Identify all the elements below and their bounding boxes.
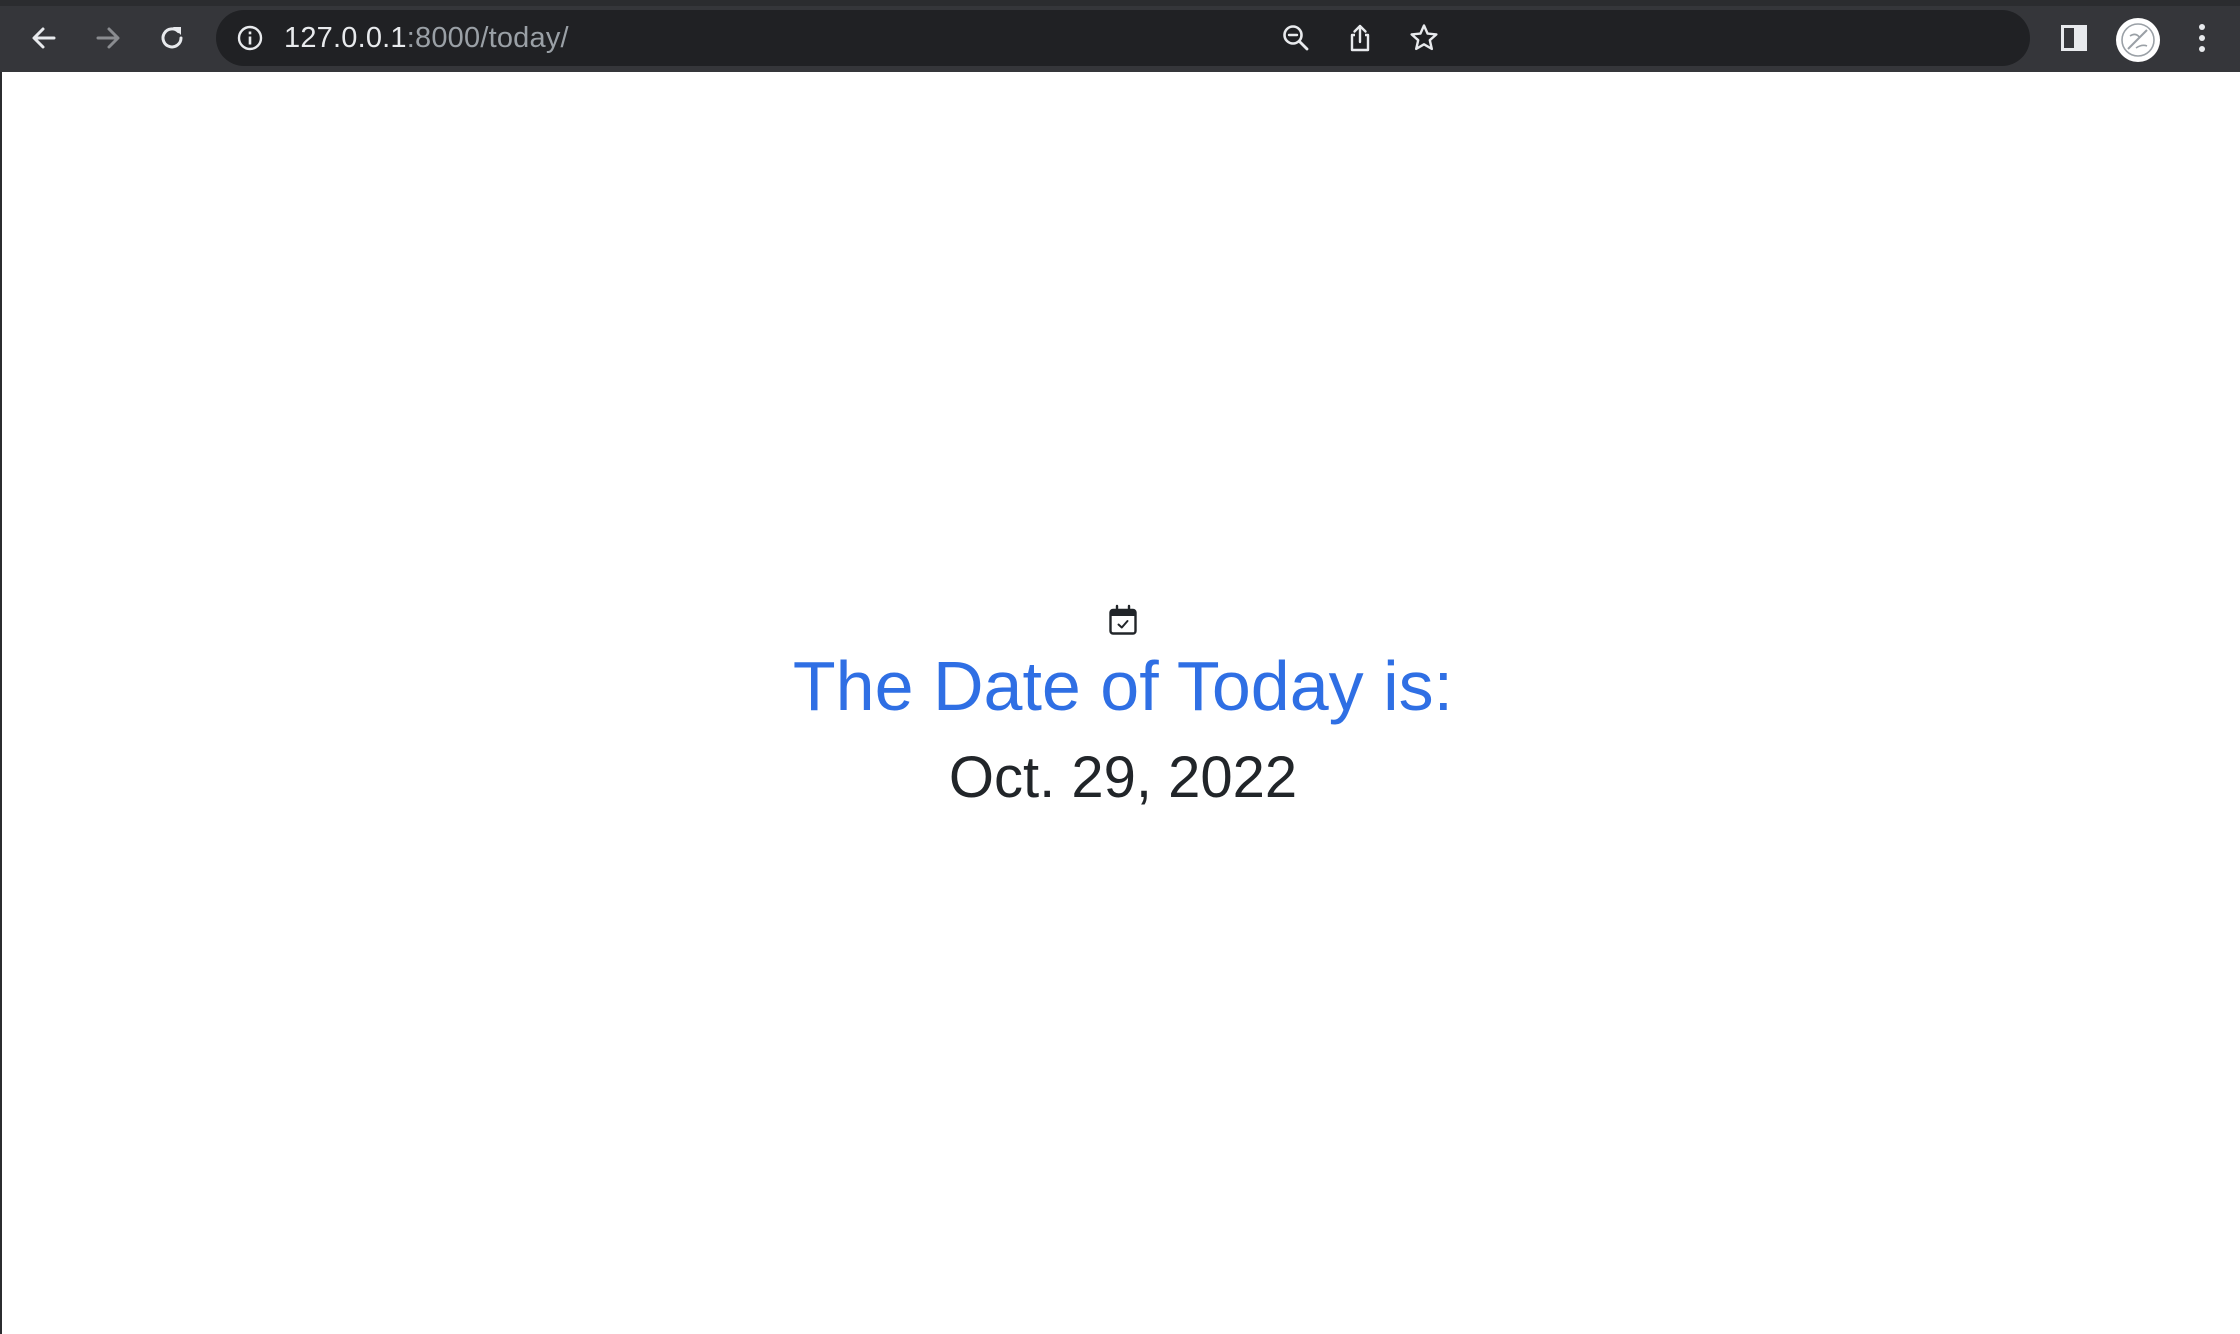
url-text[interactable]: 127.0.0.1:8000/today/ <box>284 10 569 66</box>
profile-icon <box>2121 23 2155 57</box>
zoom-out-icon <box>1283 25 1309 51</box>
calendar-check-icon <box>1109 604 1137 635</box>
url-host: 127.0.0.1 <box>284 22 407 54</box>
zoom-button[interactable] <box>1278 20 1314 56</box>
side-panel-button[interactable] <box>2052 16 2096 60</box>
forward-arrow-icon <box>96 27 120 49</box>
browser-toolbar: 127.0.0.1:8000/today/ <box>0 0 2240 72</box>
back-button[interactable] <box>18 12 70 64</box>
share-icon <box>1350 24 1370 52</box>
bookmark-button[interactable] <box>1406 20 1442 56</box>
side-panel-icon <box>2061 25 2087 51</box>
kebab-menu-icon <box>2199 24 2205 52</box>
reload-button[interactable] <box>146 12 198 64</box>
avatar[interactable] <box>2116 18 2160 62</box>
star-icon <box>1410 24 1438 51</box>
today-date: Oct. 29, 2022 <box>948 745 1298 810</box>
url-path: :8000/today/ <box>406 22 569 54</box>
browser-window: 127.0.0.1:8000/today/ The Date of Today … <box>0 0 2240 1334</box>
page-title: The Date of Today is: <box>792 647 1454 725</box>
menu-button[interactable] <box>2180 16 2224 60</box>
back-arrow-icon <box>32 27 56 49</box>
address-bar[interactable]: 127.0.0.1:8000/today/ <box>216 10 2030 66</box>
forward-button[interactable] <box>82 12 134 64</box>
info-icon[interactable] <box>236 24 264 52</box>
page-content: The Date of Today is: Oct. 29, 2022 <box>0 72 2240 1334</box>
share-button[interactable] <box>1342 20 1378 56</box>
reload-icon <box>161 27 183 49</box>
